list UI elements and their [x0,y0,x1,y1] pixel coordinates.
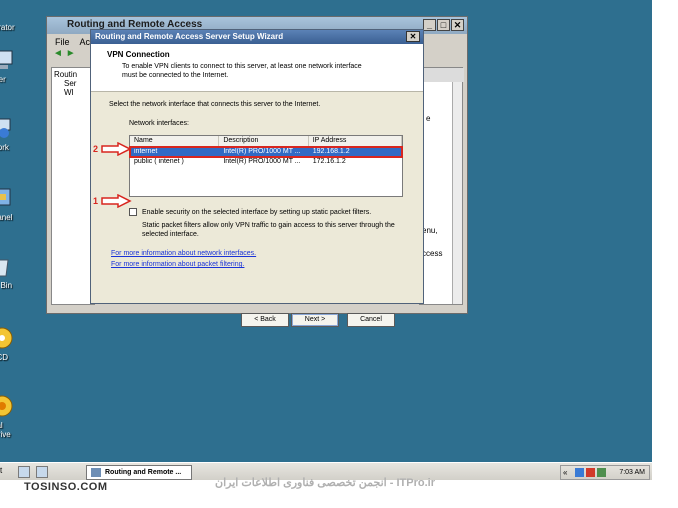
show-desktop-icon[interactable] [18,466,30,478]
interface-row-public[interactable]: public ( intenet ) Intel(R) PRO/1000 MT … [130,157,402,167]
maximize-button[interactable]: □ [437,19,450,31]
desktop-icon-cd[interactable]: eCD [0,326,28,362]
packet-filter-checkbox[interactable] [129,208,137,216]
packet-filtering-help-link[interactable]: For more information about packet filter… [111,261,244,268]
taskbar-button-rras[interactable]: Routing and Remote ... [86,465,192,480]
tray-expand-icon[interactable]: « [563,468,567,477]
network-interfaces-list[interactable]: Name Description IP Address internet Int… [129,135,403,197]
alert-tray-icon[interactable] [586,468,595,477]
column-header-name[interactable]: Name [130,136,220,146]
desktop-icon-user[interactable]: strator [0,0,28,32]
drive-icon [0,394,14,418]
details-pane: e enu, ccess [419,67,464,305]
wizard-body: Select the network interface that connec… [91,92,423,327]
speaker-tray-icon[interactable] [597,468,606,477]
list-header: Name Description IP Address [130,136,402,147]
desktop-icon-recycle-bin[interactable]: le Bin [0,254,28,290]
quick-launch [18,466,48,478]
desktop-icon-network[interactable]: work [0,116,28,152]
page-title: VPN Connection [107,50,170,59]
menu-file[interactable]: File [55,37,70,48]
packet-filter-option: Enable security on the selected interfac… [129,208,409,217]
wizard-dialog: Routing and Remote Access Server Setup W… [90,29,424,327]
wizard-titlebar[interactable]: Routing and Remote Access Server Setup W… [91,30,423,44]
back-arrow-icon[interactable]: ◄ [53,48,63,59]
cd-icon [0,326,14,350]
annotation-arrow-2 [101,142,132,156]
annotation-number-2: 2 [93,144,99,154]
system-tray: « 7:03 AM [560,465,650,480]
annotation-number-1: 1 [93,196,99,206]
network-interfaces-label: Network interfaces: [129,120,189,127]
watermark-left: TOSINSO.COM [24,481,108,493]
start-button[interactable]: t [0,466,10,480]
computer-icon [0,48,14,72]
instruction-text: Select the network interface that connec… [109,101,321,108]
close-button[interactable]: ✕ [451,19,464,31]
clock[interactable]: 7:03 AM [619,469,645,476]
next-button[interactable]: Next > [291,313,339,327]
packet-filter-label[interactable]: Enable security on the selected interfac… [142,208,371,217]
tree-item-server-status[interactable]: Ser [54,79,92,88]
wizard-close-button[interactable]: ✕ [406,31,420,42]
control-panel-icon [0,186,14,210]
recycle-bin-icon [0,254,14,278]
forward-arrow-icon[interactable]: ► [66,48,76,59]
network-interfaces-help-link[interactable]: For more information about network inter… [111,250,256,257]
minimize-button[interactable]: _ [423,19,436,31]
watermark-right: انجمن تخصصی فناوری اطلاعات ایران - ITPro… [215,477,435,489]
column-header-ip[interactable]: IP Address [309,136,402,146]
desktop: strator uter work Panel le Bin eCD ual [0,0,652,462]
user-folder-icon [0,0,14,20]
page-subtitle: To enable VPN clients to connect to this… [122,63,362,79]
network-icon [0,116,14,140]
column-header-description[interactable]: Description [219,136,309,146]
annotation-arrow-1 [101,194,132,208]
wizard-title: Routing and Remote Access Server Setup W… [95,32,284,41]
desktop-icon-computer[interactable]: uter [0,48,28,84]
desktop-icon-drive[interactable]: ual Drive [0,394,28,439]
tree-item-root[interactable]: Routin [54,70,92,79]
interface-row-internet[interactable]: internet Intel(R) PRO/1000 MT ... 192.16… [129,146,403,158]
back-button[interactable]: < Back [241,313,289,327]
console-tree: Routin Ser WI [51,67,95,305]
network-tray-icon[interactable] [575,468,584,477]
packet-filter-description: Static packet filters allow only VPN tra… [142,222,395,238]
details-scrollbar[interactable] [452,82,462,304]
desktop-icon-control-panel[interactable]: Panel [0,186,28,222]
rras-icon [91,468,101,477]
server-manager-icon[interactable] [36,466,48,478]
cancel-button[interactable]: Cancel [347,313,395,327]
wizard-header: VPN Connection To enable VPN clients to … [91,44,423,92]
tree-item-server[interactable]: WI [54,88,92,97]
